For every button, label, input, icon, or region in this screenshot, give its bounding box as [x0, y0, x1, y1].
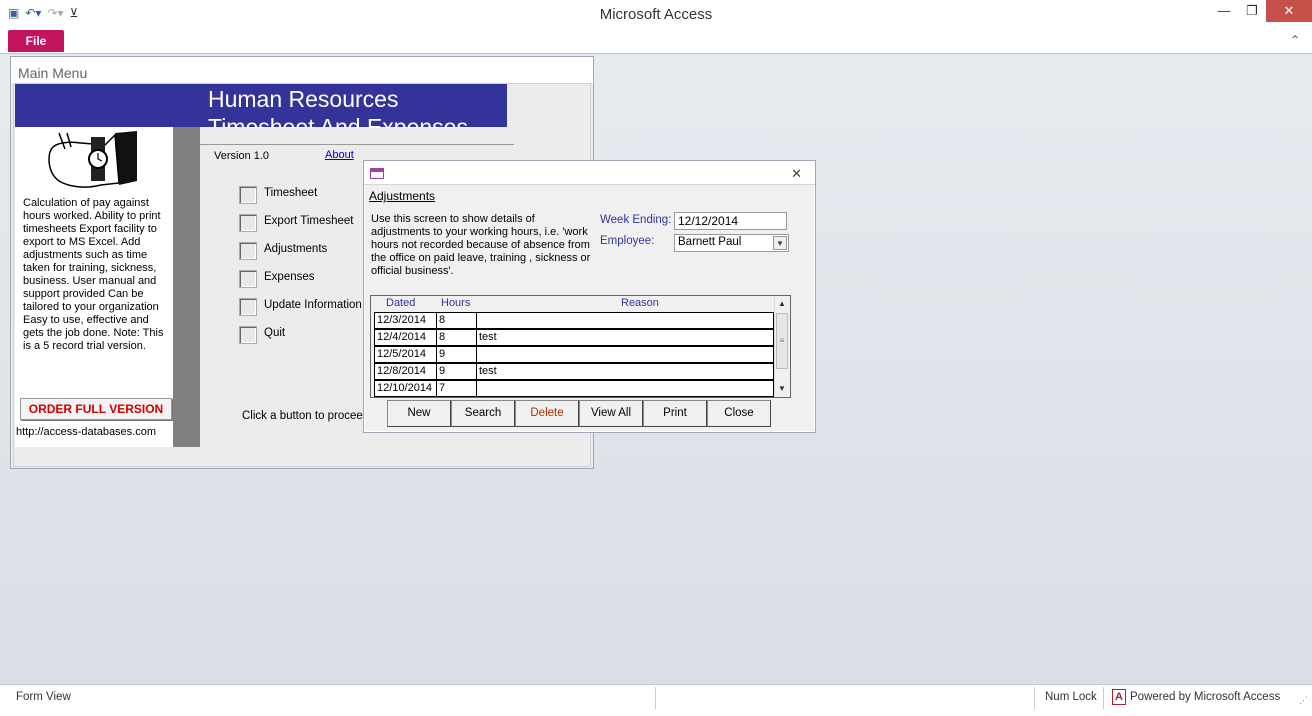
ribbon: File ⌃ [0, 30, 1312, 54]
chevron-down-icon[interactable]: ▼ [773, 236, 787, 250]
reason-cell[interactable] [477, 313, 773, 328]
hours-cell[interactable]: 8 [437, 330, 477, 345]
website-url: http://access-databases.com [16, 426, 157, 438]
hours-cell[interactable]: 9 [437, 347, 477, 362]
powered-by-label: Powered by Microsoft Access [1130, 691, 1281, 703]
reason-cell[interactable] [477, 381, 773, 396]
adjustments-button[interactable] [239, 242, 257, 260]
status-bar: Form View Num Lock A Powered by Microsof… [0, 684, 1312, 716]
grid-scrollbar[interactable]: ▲ ≡ ▼ [774, 297, 789, 396]
dialog-close-icon[interactable]: ✕ [791, 166, 802, 182]
column-header-dated: Dated [386, 297, 416, 309]
table-row[interactable]: 12/10/2014 7 [374, 380, 774, 397]
table-row[interactable]: 12/4/2014 8 test [374, 329, 774, 346]
timesheet-label: Timesheet [264, 187, 318, 199]
num-lock-indicator: Num Lock [1045, 691, 1097, 703]
banner-subtitle: Timesheet And Expenses [208, 116, 468, 128]
hours-cell[interactable]: 8 [437, 313, 477, 328]
reason-cell[interactable]: test [477, 364, 773, 379]
close-window-button[interactable]: ✕ [1266, 0, 1312, 22]
feature-description: Calculation of pay against hours worked.… [23, 197, 164, 352]
ribbon-expand-icon[interactable]: ⌃ [1290, 33, 1300, 47]
version-label: Version 1.0 [214, 150, 270, 162]
table-row[interactable]: 12/8/2014 9 test [374, 363, 774, 380]
dialog-title-bar: ✕ [364, 161, 815, 185]
banner: Human Resources Timesheet And Expenses [15, 84, 507, 128]
adjustments-grid: Dated Hours Reason 12/3/2014 8 12/4/2014… [370, 295, 791, 398]
access-logo-icon: A [1112, 689, 1126, 705]
quit-button[interactable] [239, 326, 257, 344]
hours-cell[interactable]: 7 [437, 381, 477, 396]
divider-bar [173, 127, 200, 447]
dated-cell[interactable]: 12/4/2014 [375, 330, 437, 345]
window-title: Microsoft Access [599, 6, 713, 23]
timesheet-button[interactable] [239, 186, 257, 204]
update-information-label: Update Information [264, 299, 362, 311]
reason-cell[interactable] [477, 347, 773, 362]
dialog-description: Use this screen to show details of adjus… [371, 213, 591, 277]
reason-cell[interactable]: test [477, 330, 773, 345]
adjustments-label: Adjustments [264, 243, 328, 255]
about-link[interactable]: About [325, 149, 354, 161]
search-button[interactable]: Search [451, 400, 515, 427]
restore-button[interactable]: ❐ [1238, 0, 1266, 22]
dated-cell[interactable]: 12/5/2014 [375, 347, 437, 362]
view-mode-label: Form View [16, 691, 71, 703]
hours-cell[interactable]: 9 [437, 364, 477, 379]
week-ending-label: Week Ending: [600, 214, 672, 226]
minimize-button[interactable]: — [1210, 0, 1238, 22]
column-header-reason: Reason [621, 297, 659, 309]
employee-label: Employee: [600, 235, 655, 247]
view-all-button[interactable]: View All [579, 400, 643, 427]
form-icon [370, 168, 384, 179]
order-full-version-button[interactable]: ORDER FULL VERSION [20, 398, 172, 420]
dated-cell[interactable]: 12/3/2014 [375, 313, 437, 328]
column-header-hours: Hours [441, 297, 471, 309]
employee-combo[interactable]: Barnett Paul ▼ [674, 234, 789, 252]
export-timesheet-button[interactable] [239, 214, 257, 232]
adjustments-dialog: ✕ Adjustments Use this screen to show de… [363, 160, 816, 433]
dated-cell[interactable]: 12/8/2014 [375, 364, 437, 379]
status-divider [1034, 687, 1035, 709]
table-row[interactable]: 12/5/2014 9 [374, 346, 774, 363]
scroll-down-icon[interactable]: ▼ [775, 382, 789, 396]
expenses-button[interactable] [239, 270, 257, 288]
update-information-button[interactable] [239, 298, 257, 316]
new-button[interactable]: New [387, 400, 451, 427]
quit-label: Quit [264, 327, 286, 339]
export-timesheet-label: Export Timesheet [264, 215, 354, 227]
close-button[interactable]: Close [707, 400, 771, 427]
week-ending-field[interactable]: 12/12/2014 [674, 212, 787, 230]
scroll-up-icon[interactable]: ▲ [775, 297, 789, 311]
status-divider [655, 687, 656, 709]
divider-line [200, 144, 514, 145]
proceed-instruction: Click a button to proceed. [242, 410, 373, 422]
delete-button[interactable]: Delete [515, 400, 579, 427]
print-button[interactable]: Print [643, 400, 707, 427]
resize-grip-icon[interactable]: ⋰ [1299, 695, 1308, 706]
scroll-thumb[interactable]: ≡ [776, 313, 788, 369]
dated-cell[interactable]: 12/10/2014 [375, 381, 437, 396]
table-row[interactable]: 12/3/2014 8 [374, 312, 774, 329]
dialog-button-bar: New Search Delete View All Print Close [387, 400, 771, 427]
file-tab[interactable]: File [8, 30, 64, 52]
info-panel: Calculation of pay against hours worked.… [15, 127, 173, 447]
main-menu-title: Main Menu [11, 57, 593, 83]
dialog-heading: Adjustments [369, 189, 436, 203]
banner-title: Human Resources [208, 86, 399, 112]
status-divider [1103, 687, 1104, 709]
title-bar: ▣ ↶▾ ↷▾ ⊻ Microsoft Access — ❐ ✕ [0, 0, 1312, 30]
wristwatch-icon [48, 131, 137, 188]
employee-value: Barnett Paul [678, 236, 742, 248]
expenses-label: Expenses [264, 271, 315, 283]
